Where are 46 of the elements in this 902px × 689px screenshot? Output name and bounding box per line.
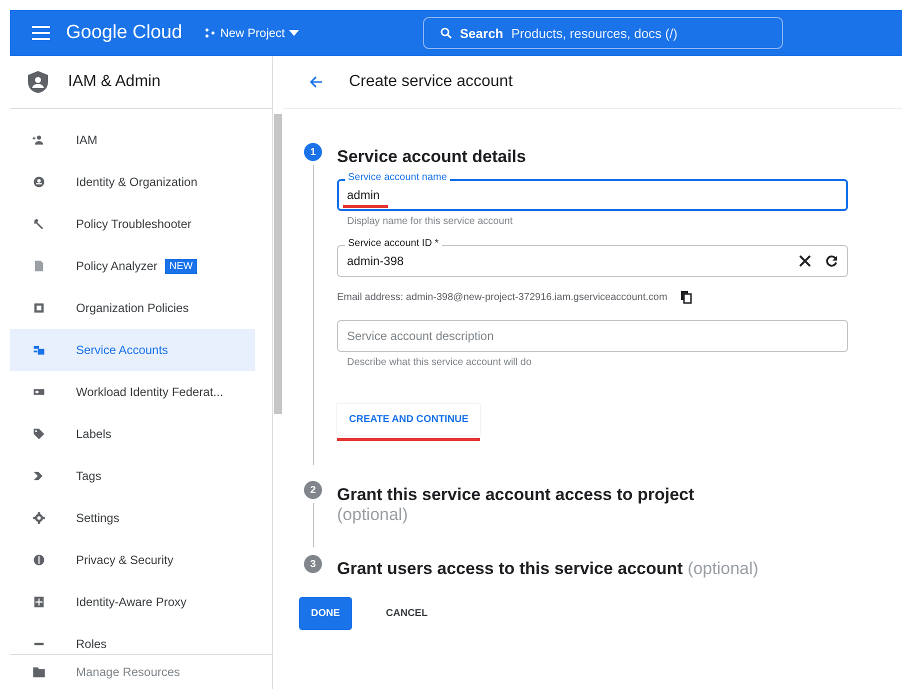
cancel-button[interactable]: CANCEL [374, 597, 440, 630]
page-title: Create service account [349, 73, 513, 91]
section-title: IAM & Admin [68, 73, 160, 91]
step-title: Grant users access to this service account (optional) [337, 559, 760, 579]
id-input-field[interactable]: Service account ID * admin-398 [337, 237, 848, 277]
project-icon [204, 28, 216, 38]
sidebar-item[interactable]: Policy Analyzer NEW [10, 245, 255, 287]
sidebar-item[interactable]: Organization Policies [10, 287, 255, 329]
refresh-icon[interactable] [825, 254, 838, 268]
manage-resources-link[interactable]: Manage Resources [10, 654, 272, 689]
menu-icon[interactable] [32, 26, 50, 40]
folder-icon [32, 665, 46, 679]
scrollbar[interactable] [274, 114, 282, 414]
sidebar-item[interactable]: IAM [10, 119, 255, 161]
brand-name: Google Cloud [66, 22, 182, 44]
sidebar-item[interactable]: Tags [10, 455, 255, 497]
step-title: Grant this service account access to project (optional) [337, 485, 696, 525]
name-input-field[interactable]: Service account name admin [337, 171, 848, 211]
step-number: 1 [304, 143, 322, 161]
sidebar-item[interactable]: Service Accounts [10, 329, 255, 371]
sidebar-item[interactable]: Roles [10, 623, 255, 654]
field-hint: Describe what this service account will do [347, 357, 533, 368]
back-arrow-icon[interactable] [309, 75, 323, 89]
new-badge: NEW [165, 258, 197, 274]
step-number: 2 [304, 481, 322, 499]
description-input-field[interactable]: Service account description [337, 320, 848, 352]
sidebar-item[interactable]: Identity-Aware Proxy [10, 581, 255, 623]
sidebar-item[interactable]: Identity & Organization [10, 161, 255, 203]
search-icon [440, 27, 452, 39]
caret-icon [288, 30, 299, 36]
sidebar-item[interactable]: Workload Identity Federat... [10, 371, 255, 413]
create-and-continue-button[interactable]: CREATE AND CONTINUE [337, 404, 480, 435]
sidebar-item[interactable]: Policy Troubleshooter [10, 203, 255, 245]
copy-icon[interactable] [681, 291, 692, 304]
email-address: Email address: admin-398@new-project-372916.iam.gserviceaccount.com [337, 292, 668, 303]
clear-icon[interactable] [799, 255, 811, 267]
search-field[interactable]: Search Products, resources, docs (/) [422, 17, 783, 49]
done-button[interactable]: DONE [299, 597, 352, 630]
step-title: Service account details [337, 147, 527, 167]
field-hint: Display name for this service account [347, 216, 514, 227]
sidebar-item[interactable]: Settings [10, 497, 255, 539]
sidebar-item[interactable]: Labels [10, 413, 255, 455]
shield-icon [28, 71, 48, 93]
sidebar-item[interactable]: Privacy & Security [10, 539, 255, 581]
step-number: 3 [304, 555, 322, 573]
project-picker[interactable]: New Project [204, 26, 299, 40]
